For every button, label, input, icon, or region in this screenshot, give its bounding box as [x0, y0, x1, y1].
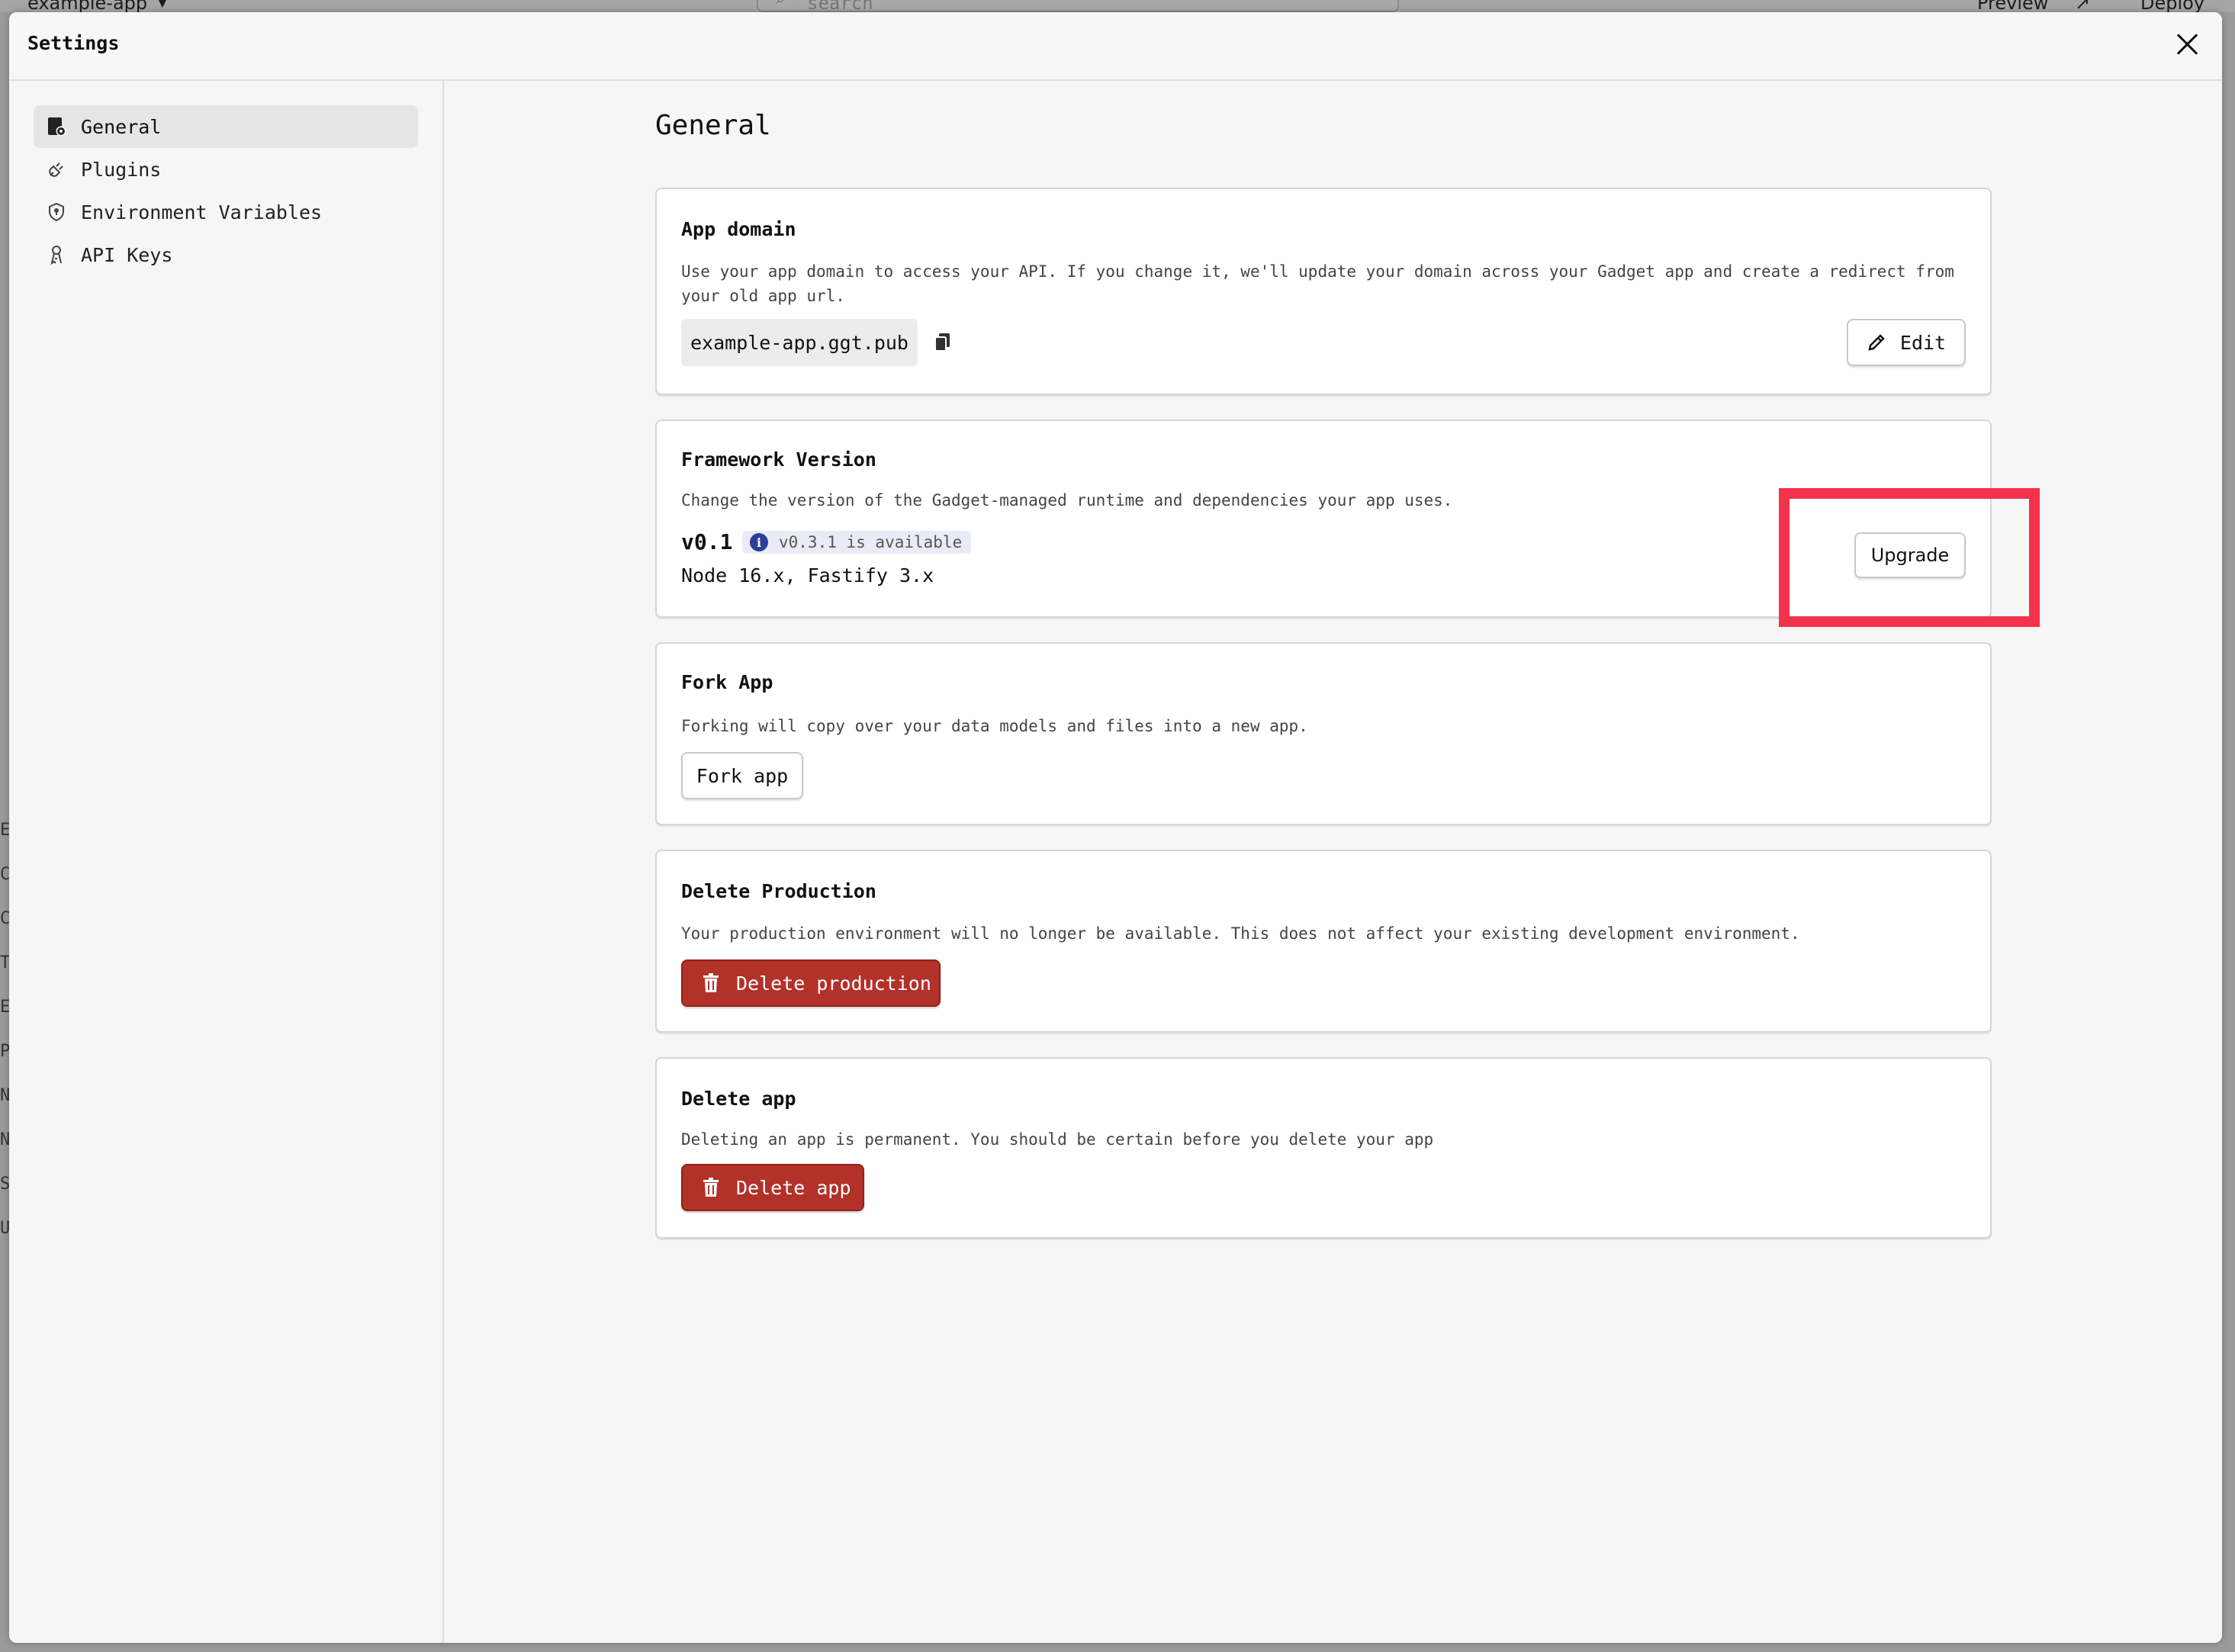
info-icon: i	[750, 533, 768, 551]
key-icon	[44, 243, 69, 267]
card-title: App domain	[681, 218, 796, 240]
domain-text: example-app.ggt.pub	[690, 331, 908, 354]
delete-app-card: Delete app Deleting an app is permanent.…	[655, 1057, 1992, 1239]
edit-domain-button[interactable]: Edit	[1847, 319, 1966, 366]
modal-title: Settings	[27, 32, 120, 54]
shield-icon	[44, 200, 69, 224]
search-icon: ⌕	[775, 0, 786, 10]
card-description: Your production environment will no long…	[681, 924, 1800, 943]
background-topbar: example-app ▼ ⌕ search Preview ↗ Deploy	[0, 0, 2235, 14]
edit-label: Edit	[1899, 331, 1947, 354]
sidebar-item-environment-variables[interactable]: Environment Variables	[34, 191, 418, 233]
sidebar-item-label: Environment Variables	[81, 201, 323, 223]
sidebar-item-general[interactable]: General	[34, 105, 418, 148]
app-domain-card: App domain Use your app domain to access…	[655, 188, 1992, 395]
card-title: Fork App	[681, 671, 773, 693]
delete-app-button[interactable]: Delete app	[681, 1164, 864, 1211]
trash-icon	[703, 1178, 719, 1197]
background-sidebar-fragments: ECCTEPNNSU	[0, 821, 9, 1238]
delete-production-button[interactable]: Delete production	[681, 959, 941, 1007]
page-title: General	[655, 110, 771, 141]
delete-production-card: Delete Production Your production enviro…	[655, 850, 1992, 1033]
badge-text: v0.3.1 is available	[779, 533, 963, 551]
card-title: Framework Version	[681, 448, 876, 471]
card-description: Forking will copy over your data models …	[681, 717, 1308, 735]
runtime-versions: Node 16.x, Fastify 3.x	[681, 564, 934, 587]
chevron-down-icon[interactable]: ▼	[157, 0, 168, 10]
sidebar-item-label: API Keys	[81, 243, 173, 266]
fork-app-card: Fork App Forking will copy over your dat…	[655, 642, 1992, 825]
card-title: Delete app	[681, 1088, 796, 1110]
card-description: Change the version of the Gadget-managed…	[681, 491, 1453, 509]
close-icon[interactable]	[2172, 29, 2202, 59]
highlight-box	[1779, 488, 2040, 627]
fork-app-button[interactable]: Fork app	[681, 752, 803, 799]
card-description: Deleting an app is permanent. You should…	[681, 1130, 1434, 1149]
settings-sidebar: General Plugins Environment Variables AP…	[9, 81, 444, 1643]
card-title: Delete Production	[681, 880, 876, 902]
modal-header: Settings	[9, 12, 2222, 81]
sidebar-item-label: General	[81, 115, 162, 138]
app-domain-value: example-app.ggt.pub	[681, 319, 918, 366]
sidebar-item-api-keys[interactable]: API Keys	[34, 233, 418, 276]
card-description: Use your app domain to access your API. …	[681, 262, 1954, 305]
update-available-badge: i v0.3.1 is available	[742, 531, 972, 554]
current-version: v0.1	[681, 529, 733, 554]
button-label: Delete app	[736, 1176, 851, 1199]
plug-icon	[44, 157, 69, 182]
copy-icon[interactable]	[933, 332, 953, 356]
sidebar-item-label: Plugins	[81, 158, 162, 181]
trash-icon	[703, 973, 719, 993]
pencil-icon	[1867, 333, 1886, 352]
search-bar[interactable]: ⌕ search	[757, 0, 1399, 14]
sidebar-item-plugins[interactable]: Plugins	[34, 148, 418, 191]
button-label: Delete production	[736, 972, 931, 995]
settings-page-icon	[44, 114, 69, 139]
